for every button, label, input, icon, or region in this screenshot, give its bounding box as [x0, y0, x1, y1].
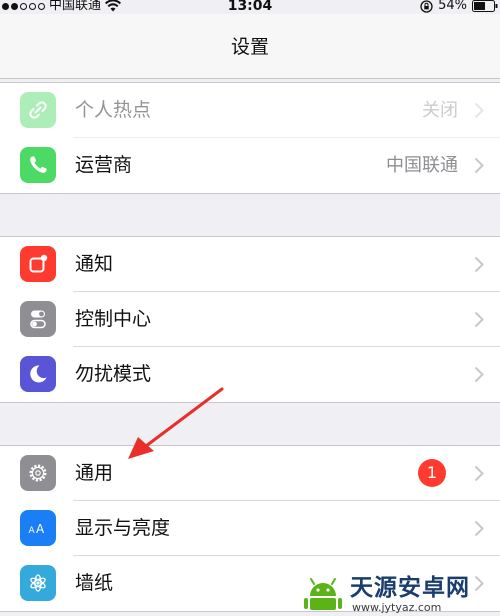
annotation-arrow-icon — [128, 387, 224, 459]
watermark-text: 天源安卓网 www.jytyaz.com — [350, 575, 470, 614]
row-value: 关闭 — [422, 100, 458, 121]
gear-icon — [20, 455, 56, 491]
settings-row-control-center[interactable]: 控制中心 — [0, 292, 500, 347]
status-right: 54% — [420, 0, 498, 13]
status-bar: 中国联通 13:04 54% — [0, 0, 500, 14]
settings-row-carrier[interactable]: 运营商 中国联通 — [0, 138, 500, 193]
rotation-lock-icon — [420, 0, 433, 13]
chevron-right-icon — [474, 366, 484, 383]
chevron-right-icon — [474, 256, 484, 273]
chevron-right-icon — [474, 102, 484, 119]
settings-row-general[interactable]: 通用 1 — [0, 446, 500, 501]
chevron-right-icon — [474, 465, 484, 482]
settings-row-notifications[interactable]: 通知 — [0, 237, 500, 292]
page-title: 设置 — [230, 36, 269, 58]
row-label: 墙纸 — [75, 572, 114, 594]
settings-row-hotspot[interactable]: 个人热点 关闭 — [0, 83, 500, 138]
row-label: 个人热点 — [75, 99, 152, 121]
row-label: 通知 — [75, 253, 114, 275]
flower-icon — [20, 565, 56, 601]
notification-icon — [20, 246, 56, 282]
row-label: 显示与亮度 — [75, 517, 171, 539]
settings-group-network: 个人热点 关闭 运营商 中国联通 — [0, 82, 500, 194]
watermark-title: 天源安卓网 — [350, 574, 470, 601]
control-center-icon — [20, 301, 56, 337]
chevron-right-icon — [474, 157, 484, 174]
watermark: 天源安卓网 www.jytyaz.com — [300, 572, 500, 616]
row-label: 控制中心 — [75, 308, 152, 330]
row-label: 通用 — [75, 462, 114, 484]
battery-icon — [472, 0, 498, 12]
phone-icon — [20, 147, 56, 183]
settings-row-display-brightness[interactable]: A A 显示与亮度 — [0, 501, 500, 556]
nav-bar: 设置 — [0, 14, 500, 79]
settings-row-do-not-disturb[interactable]: 勿扰模式 — [0, 347, 500, 402]
svg-text:A: A — [36, 522, 45, 536]
notification-badge: 1 — [418, 459, 446, 487]
svg-text:A: A — [29, 526, 36, 536]
chevron-right-icon — [474, 520, 484, 537]
settings-group-notifications: 通知 控制中心 勿扰模式 — [0, 236, 500, 403]
hotspot-icon — [20, 92, 56, 128]
battery-percent: 54% — [438, 0, 467, 13]
row-label: 运营商 — [75, 154, 133, 176]
text-size-icon: A A — [20, 510, 56, 546]
android-logo-icon — [304, 578, 342, 610]
moon-icon — [20, 356, 56, 392]
chevron-right-icon — [474, 311, 484, 328]
row-value: 中国联通 — [386, 155, 458, 176]
watermark-url: www.jytyaz.com — [352, 600, 442, 614]
